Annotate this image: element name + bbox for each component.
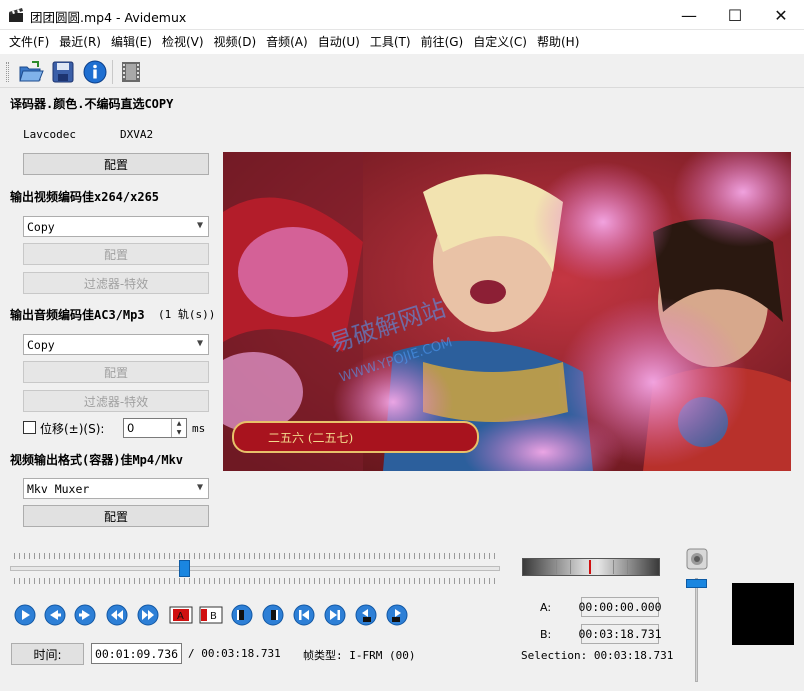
- open-folder-icon[interactable]: [18, 59, 44, 85]
- menu-go[interactable]: 前往(G): [416, 30, 469, 54]
- svg-text:A: A: [177, 611, 184, 622]
- toolbar-grip: [6, 62, 9, 82]
- muxer-config-button[interactable]: 配置: [23, 505, 209, 527]
- set-marker-a-icon[interactable]: A: [169, 604, 193, 626]
- svg-text:B: B: [210, 611, 217, 622]
- menu-bar: 文件(F) 最近(R) 编辑(E) 检视(V) 视频(D) 音频(A) 自动(U…: [0, 30, 804, 54]
- previous-keyframe-icon[interactable]: [106, 604, 128, 626]
- marker-b-value: 00:03:18.731: [578, 624, 662, 644]
- play-icon[interactable]: [14, 604, 36, 626]
- goto-marker-b-icon[interactable]: [262, 604, 284, 626]
- volume-slider-thumb[interactable]: [686, 579, 707, 588]
- decoder-dxva-label: DXVA2: [120, 128, 154, 141]
- current-time-input[interactable]: 00:01:09.736: [91, 643, 182, 664]
- muxer-value: Mkv Muxer: [27, 481, 90, 496]
- position-slider-track[interactable]: [10, 566, 500, 571]
- maximize-button[interactable]: ☐: [712, 0, 758, 30]
- menu-tools[interactable]: 工具(T): [365, 30, 416, 54]
- menu-recent[interactable]: 最近(R): [54, 30, 106, 54]
- info-icon[interactable]: [82, 59, 108, 85]
- previous-frame-icon[interactable]: [44, 604, 66, 626]
- marker-a-label: A:: [540, 601, 552, 614]
- close-button[interactable]: ✕: [758, 0, 804, 30]
- jog-marker: [589, 560, 591, 574]
- decoder-section-title: 译码器.颜色.不编码直选COPY: [10, 97, 174, 111]
- position-slider-thumb[interactable]: [179, 560, 191, 577]
- chevron-down-icon: ▼: [196, 338, 203, 349]
- menu-view[interactable]: 检视(V): [157, 30, 209, 54]
- video-config-button[interactable]: 配置: [23, 243, 209, 265]
- volume-slider-track[interactable]: [695, 578, 698, 682]
- video-banner-text: 二五六 (二五七): [268, 431, 353, 445]
- marker-a-value: 00:00:00.000: [578, 597, 662, 617]
- next-frame-icon[interactable]: [74, 604, 96, 626]
- video-output-section-title: 输出视频编码佳x264/x265: [10, 190, 160, 204]
- menu-auto[interactable]: 自动(U): [313, 30, 365, 54]
- goto-end-icon[interactable]: [324, 604, 346, 626]
- spin-down-icon[interactable]: ▼: [172, 428, 186, 437]
- video-codec-value: Copy: [27, 219, 55, 234]
- menu-help[interactable]: 帮助(H): [532, 30, 584, 54]
- audio-tracks-label: (1 轨(s)): [158, 308, 216, 321]
- slider-ticks-bottom: [14, 578, 496, 584]
- audio-output-section-title: 输出音频编码佳AC3/Mp3: [10, 308, 145, 322]
- audio-codec-select[interactable]: Copy ▼: [23, 334, 209, 355]
- chevron-down-icon: ▼: [196, 220, 203, 231]
- video-filters-button[interactable]: 过滤器-特效: [23, 272, 209, 294]
- video-codec-select[interactable]: Copy ▼: [23, 216, 209, 237]
- toolbar: [0, 54, 804, 88]
- chevron-down-icon: ▼: [196, 482, 203, 493]
- container-section-title: 视频输出格式(容器)佳Mp4/Mkv: [10, 453, 184, 467]
- menu-file[interactable]: 文件(F): [4, 30, 54, 54]
- menu-video[interactable]: 视频(D): [209, 30, 262, 54]
- total-time-label: / 00:03:18.731: [188, 647, 281, 660]
- video-frame: 二五六 (二五七) 易破解网站 WWW.YPOJIE.COM: [223, 152, 791, 471]
- save-disk-icon[interactable]: [50, 59, 76, 85]
- next-black-frame-icon[interactable]: [386, 604, 408, 626]
- shift-checkbox[interactable]: [23, 421, 36, 434]
- jog-tick: [627, 560, 628, 574]
- menu-edit[interactable]: 编辑(E): [106, 30, 157, 54]
- jog-tick: [556, 560, 557, 574]
- audio-config-button[interactable]: 配置: [23, 361, 209, 383]
- decoder-lavcodec-label: Lavcodec: [23, 128, 76, 141]
- minimize-button[interactable]: —: [666, 0, 712, 30]
- shift-label: 位移(±)(S):: [40, 422, 105, 436]
- film-strip-icon[interactable]: [118, 59, 144, 85]
- audio-filters-button[interactable]: 过滤器-特效: [23, 390, 209, 412]
- marker-b-label: B:: [540, 628, 552, 641]
- goto-marker-a-icon[interactable]: [231, 604, 253, 626]
- speaker-icon[interactable]: [686, 548, 708, 570]
- selection-label: Selection: 00:03:18.731: [521, 649, 674, 662]
- shift-value: 0: [127, 421, 135, 435]
- toolbar-separator: [112, 60, 113, 84]
- set-marker-b-icon[interactable]: B: [199, 604, 223, 626]
- decoder-config-button[interactable]: 配置: [23, 153, 209, 175]
- shift-spinner[interactable]: ▲ ▼: [171, 419, 186, 437]
- frame-type-label: 帧类型: I-FRM (00): [303, 649, 416, 662]
- menu-custom[interactable]: 自定义(C): [468, 30, 532, 54]
- jog-tick: [613, 560, 614, 574]
- avidemux-clapper-icon: [9, 8, 23, 22]
- menu-audio[interactable]: 音频(A): [261, 30, 313, 54]
- jog-shuttle[interactable]: [522, 558, 660, 576]
- goto-start-icon[interactable]: [293, 604, 315, 626]
- slider-ticks-top: [14, 553, 496, 559]
- next-keyframe-icon[interactable]: [137, 604, 159, 626]
- video-preview[interactable]: 二五六 (二五七) 易破解网站 WWW.YPOJIE.COM: [223, 152, 791, 471]
- audio-codec-value: Copy: [27, 337, 55, 352]
- mini-preview: [732, 583, 794, 645]
- title-bar: 团团圆圆.mp4 - Avidemux — ☐ ✕: [0, 0, 804, 30]
- spin-up-icon[interactable]: ▲: [172, 419, 186, 428]
- previous-black-frame-icon[interactable]: [355, 604, 377, 626]
- shift-unit-label: ms: [192, 422, 206, 435]
- window-title: 团团圆圆.mp4 - Avidemux: [30, 10, 187, 25]
- muxer-select[interactable]: Mkv Muxer ▼: [23, 478, 209, 499]
- time-button[interactable]: 时间:: [11, 643, 84, 665]
- jog-tick: [570, 560, 571, 574]
